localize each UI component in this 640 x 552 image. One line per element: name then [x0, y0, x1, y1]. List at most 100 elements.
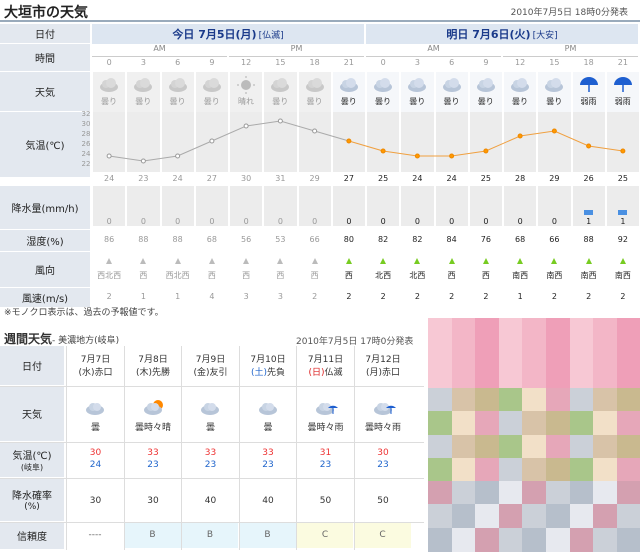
temp-point	[312, 128, 318, 134]
mosaic-tile	[475, 504, 500, 529]
weekly-dow-line: (木)先勝	[125, 365, 182, 378]
wind-speed-value: 2	[312, 292, 318, 301]
date-cell: 7月7日 (水)赤口	[67, 352, 124, 378]
weekly-row-divider	[0, 522, 424, 523]
precip-value: 0	[312, 217, 318, 226]
weekly-date: 7月11日	[307, 355, 344, 365]
wind-dir-label: 西	[242, 271, 251, 280]
mosaic-tile	[546, 364, 570, 389]
page-title: 大垣市の天気	[4, 5, 88, 21]
wind-arrow-icon	[481, 256, 491, 266]
precip-value: 0	[140, 217, 146, 226]
weather-label: 晴れ	[238, 97, 254, 106]
mosaic-tile	[546, 341, 570, 366]
mosaic-tile	[569, 341, 594, 366]
weekly-reliability: C	[354, 522, 411, 548]
weekly-day-column: 7月8日 (木)先勝 曇時々晴 33 23 30 B	[123, 346, 182, 550]
hour-label: 0	[106, 58, 112, 67]
mosaic-tile	[451, 504, 476, 529]
humidity-value: 82	[378, 235, 389, 244]
mosaic-tile	[593, 364, 618, 389]
wind-dir-label: 西	[276, 271, 285, 280]
weekly-date: 7月7日	[80, 355, 111, 365]
precip-value: 0	[449, 217, 455, 226]
mosaic-tile	[428, 504, 452, 529]
humidity-value: 88	[583, 235, 594, 244]
cloud-icon	[372, 76, 394, 94]
umbrella-icon	[612, 76, 634, 94]
weather-label: 曇り	[135, 97, 152, 106]
weekly-title: 週間天気- 美濃地方(岐阜)	[4, 330, 119, 347]
mosaic-tile	[475, 387, 500, 412]
humidity-value: 56	[241, 235, 252, 244]
weather-label: 曇り	[375, 97, 391, 106]
wind-dir-label: 南西	[614, 271, 631, 280]
weekly-dow: (日)	[308, 368, 325, 378]
cloud-icon	[167, 76, 189, 94]
weekly-pop: 50	[319, 496, 332, 506]
wind-speed-value: 2	[483, 292, 489, 301]
weekly-rokuyo: 先負	[267, 368, 286, 378]
date-cell: 7月10日 (土)先負	[239, 352, 297, 378]
mosaic-tile	[428, 481, 452, 506]
mosaic-tile	[546, 481, 570, 506]
row-label-date: 日付	[0, 24, 90, 44]
pop-label: 降水確率	[12, 491, 52, 502]
cloud-icon	[257, 398, 281, 418]
mosaic-tile	[428, 341, 452, 366]
mosaic-tile	[546, 387, 570, 412]
humidity-value: 76	[480, 235, 491, 244]
row-label-humidity: 湿度(%)	[0, 230, 90, 252]
weather-label: 曇り	[409, 97, 426, 106]
rokuyo-label: [仏滅]	[258, 30, 284, 41]
precip-value: 0	[277, 217, 283, 226]
cloud-icon	[543, 76, 565, 94]
weekly-dow-line: (月)赤口	[355, 365, 412, 378]
mosaic-tile	[428, 411, 452, 436]
weekly-pop: 40	[204, 496, 217, 506]
weekly-reliability: B	[124, 522, 181, 548]
weekly-pop: 40	[262, 496, 274, 506]
weekly-high-temp: 33	[204, 448, 217, 458]
hour-label: 21	[343, 58, 354, 67]
mosaic-tile	[522, 527, 547, 552]
mosaic-tile	[498, 387, 523, 412]
weekly-reliability: ----	[67, 522, 123, 548]
wind-arrow-icon	[104, 256, 114, 266]
mosaic-tile	[522, 318, 547, 342]
wind-dir-label: 西	[139, 271, 148, 280]
mosaic-tile	[475, 457, 500, 482]
mosaic-tile	[569, 504, 594, 529]
date-cell: 7月12日 (月)赤口	[354, 352, 412, 378]
cloud-icon	[406, 76, 428, 94]
mosaic-tile	[475, 318, 500, 342]
hour-label: 12	[515, 58, 526, 67]
weather-label: 弱雨	[580, 97, 597, 106]
wind-arrow-icon	[207, 256, 217, 266]
temp-point	[243, 123, 249, 129]
mosaic-tile	[522, 457, 547, 482]
weekly-low-temp: 24	[89, 460, 102, 470]
mosaic-tile	[498, 341, 523, 366]
weekly-reliability: C	[297, 522, 353, 548]
mosaic-tile	[475, 364, 500, 389]
wind-arrow-icon	[275, 256, 285, 266]
mosaic-tile	[593, 387, 618, 412]
weekly-row-label-weather: 天気	[0, 386, 64, 442]
cloud-icon	[269, 76, 291, 94]
weekly-forecast-table: 日付 天気 気温(℃) (岐阜) 降水確率 (%) 信頼度 7月7日 (水)赤口曇 30 24 30-…	[0, 346, 424, 551]
weekly-row-label-reliability: 信頼度	[0, 522, 64, 550]
weekly-dow: (木)	[135, 368, 152, 378]
weather-label: 天気	[22, 410, 42, 421]
mosaic-tile	[498, 457, 523, 482]
wind-arrow-icon	[447, 256, 457, 266]
row-label-wind-dir: 風向	[0, 252, 90, 288]
wind-speed-value: 3	[243, 292, 249, 301]
wind-speed-value: 1	[140, 292, 146, 301]
wind-speed-value: 2	[449, 292, 455, 301]
date-cell: 7月11日 (日)仏滅	[297, 352, 354, 378]
mosaic-tile	[498, 411, 523, 436]
weather-label: 曇り	[306, 97, 323, 106]
wind-dir-label: 西北西	[97, 271, 122, 280]
wind-dir-label: 西北西	[165, 271, 190, 280]
